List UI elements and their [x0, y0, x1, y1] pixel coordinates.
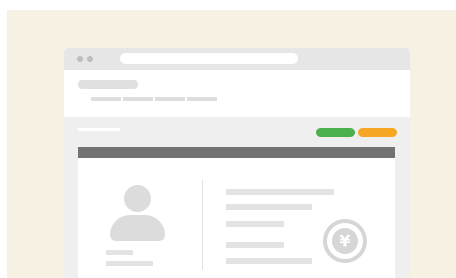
illustration-background: ¥	[7, 10, 456, 278]
card-header	[78, 147, 395, 158]
yen-icon: ¥	[323, 219, 367, 263]
primary-action-button[interactable]	[316, 128, 355, 137]
card-divider	[202, 180, 203, 270]
avatar-body	[110, 215, 165, 241]
window-control-dot[interactable]	[77, 56, 83, 62]
yen-symbol: ¥	[339, 232, 350, 251]
detail-line	[226, 242, 284, 248]
site-header	[64, 70, 410, 117]
content-area: ¥	[64, 117, 410, 278]
detail-line	[226, 258, 312, 264]
avatar-head	[124, 185, 151, 212]
secondary-action-button[interactable]	[358, 128, 397, 137]
nav-link[interactable]	[123, 97, 153, 101]
nav-link[interactable]	[155, 97, 185, 101]
nav-link[interactable]	[187, 97, 217, 101]
user-silhouette-icon	[110, 185, 165, 241]
nav-link[interactable]	[91, 97, 121, 101]
detail-line	[226, 189, 334, 195]
user-meta-placeholder	[106, 261, 153, 266]
browser-titlebar	[64, 48, 410, 70]
window-control-dot[interactable]	[87, 56, 93, 62]
address-bar[interactable]	[120, 53, 298, 64]
user-name-placeholder	[106, 250, 133, 255]
browser-window: ¥	[64, 48, 410, 278]
detail-line	[226, 221, 284, 227]
site-logo-placeholder[interactable]	[78, 80, 138, 89]
detail-line	[226, 204, 312, 210]
profile-card: ¥	[78, 147, 395, 278]
breadcrumb	[78, 128, 120, 131]
